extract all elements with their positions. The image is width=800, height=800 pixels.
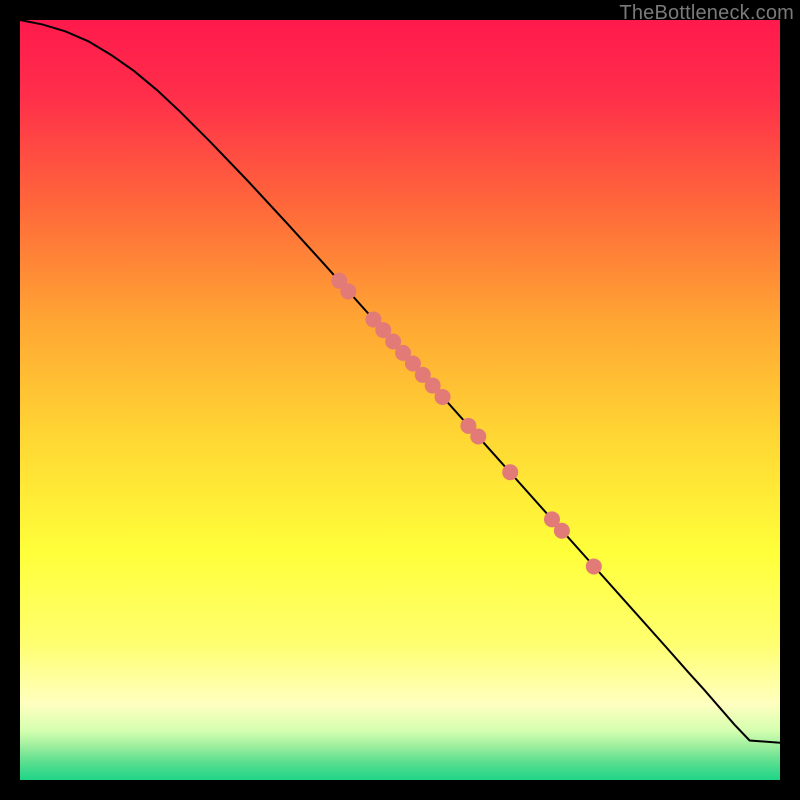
data-marker [586,558,602,574]
data-marker [502,464,518,480]
plot-area [20,20,780,780]
data-marker [340,283,356,299]
watermark-text: TheBottleneck.com [619,2,794,25]
data-marker [554,523,570,539]
curve-layer [20,20,780,780]
data-marker [435,389,451,405]
chart-frame: TheBottleneck.com [0,0,800,800]
data-marker [470,428,486,444]
curve-line [20,20,780,743]
markers-group [331,273,602,575]
